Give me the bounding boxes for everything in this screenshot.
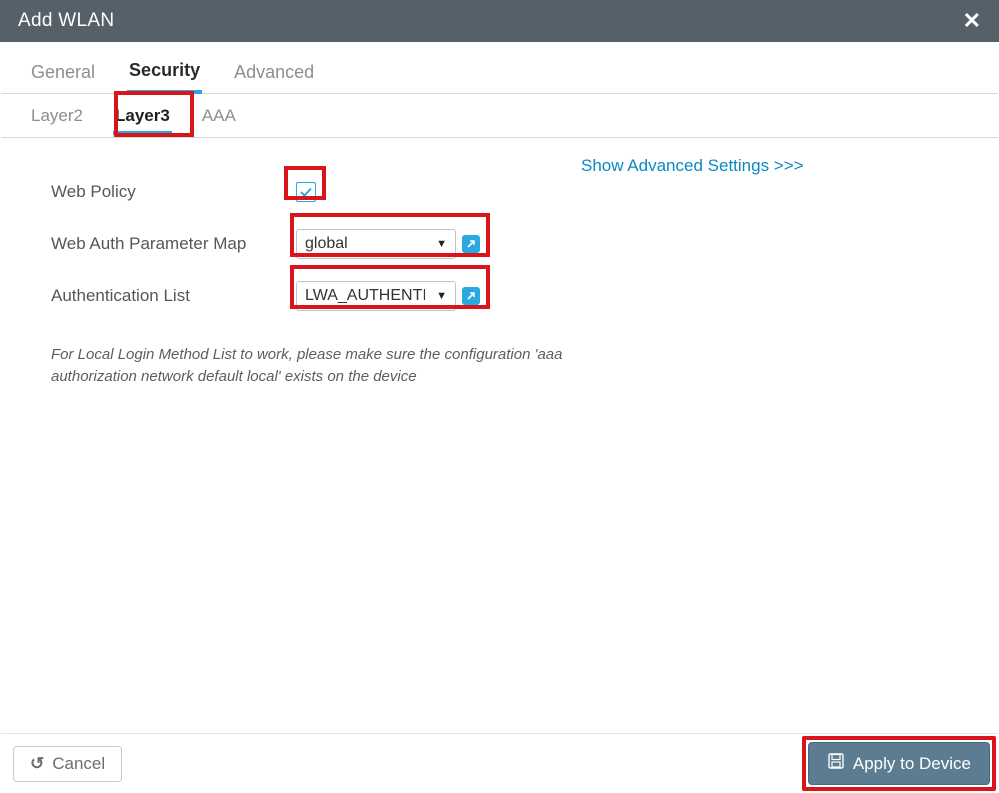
external-link-icon [466, 239, 476, 249]
apply-wrap: Apply to Device [806, 740, 992, 787]
tabs-secondary: Layer2 Layer3 AAA [1, 94, 998, 138]
row-auth-list: Authentication List LWA_AUTHENTIC ▼ [51, 270, 968, 322]
tab-aaa[interactable]: AAA [200, 96, 238, 135]
modal-titlebar: Add WLAN ✕ [0, 0, 999, 42]
cancel-label: Cancel [52, 754, 105, 774]
cancel-button[interactable]: ↻ Cancel [13, 746, 122, 782]
modal-title: Add WLAN [18, 10, 114, 32]
web-policy-label: Web Policy [51, 182, 296, 202]
check-icon [299, 185, 313, 199]
param-map-value: global [305, 235, 348, 253]
tabs-primary: General Security Advanced [1, 50, 998, 94]
external-link-icon [466, 291, 476, 301]
tab-general[interactable]: General [29, 52, 97, 92]
param-map-select[interactable]: global ▼ [296, 229, 456, 259]
param-map-label: Web Auth Parameter Map [51, 234, 296, 254]
modal-body: General Security Advanced Layer2 Layer3 … [1, 42, 998, 733]
tab-security[interactable]: Security [127, 50, 202, 94]
form-layer3: Show Advanced Settings >>> Web Policy We… [1, 138, 998, 388]
web-policy-checkbox[interactable] [296, 182, 316, 202]
show-advanced-link[interactable]: Show Advanced Settings >>> [581, 156, 804, 176]
auth-list-jump-button[interactable] [462, 287, 480, 305]
auth-list-select[interactable]: LWA_AUTHENTIC ▼ [296, 281, 456, 311]
tab-layer3[interactable]: Layer3 [113, 96, 172, 135]
tab-advanced[interactable]: Advanced [232, 52, 316, 92]
close-icon[interactable]: ✕ [963, 10, 981, 32]
help-text: For Local Login Method List to work, ple… [51, 344, 571, 388]
modal-footer: ↻ Cancel Apply to Device [1, 733, 998, 793]
undo-icon: ↻ [30, 754, 44, 774]
auth-list-label: Authentication List [51, 286, 296, 306]
auth-list-value: LWA_AUTHENTIC [305, 287, 425, 305]
row-param-map: Web Auth Parameter Map global ▼ [51, 218, 968, 270]
save-icon [827, 752, 845, 775]
apply-label: Apply to Device [853, 754, 971, 774]
chevron-down-icon: ▼ [436, 238, 447, 250]
row-web-policy: Web Policy [51, 166, 968, 218]
apply-button[interactable]: Apply to Device [808, 742, 990, 785]
chevron-down-icon: ▼ [436, 290, 447, 302]
tab-layer2[interactable]: Layer2 [29, 96, 85, 135]
param-map-jump-button[interactable] [462, 235, 480, 253]
